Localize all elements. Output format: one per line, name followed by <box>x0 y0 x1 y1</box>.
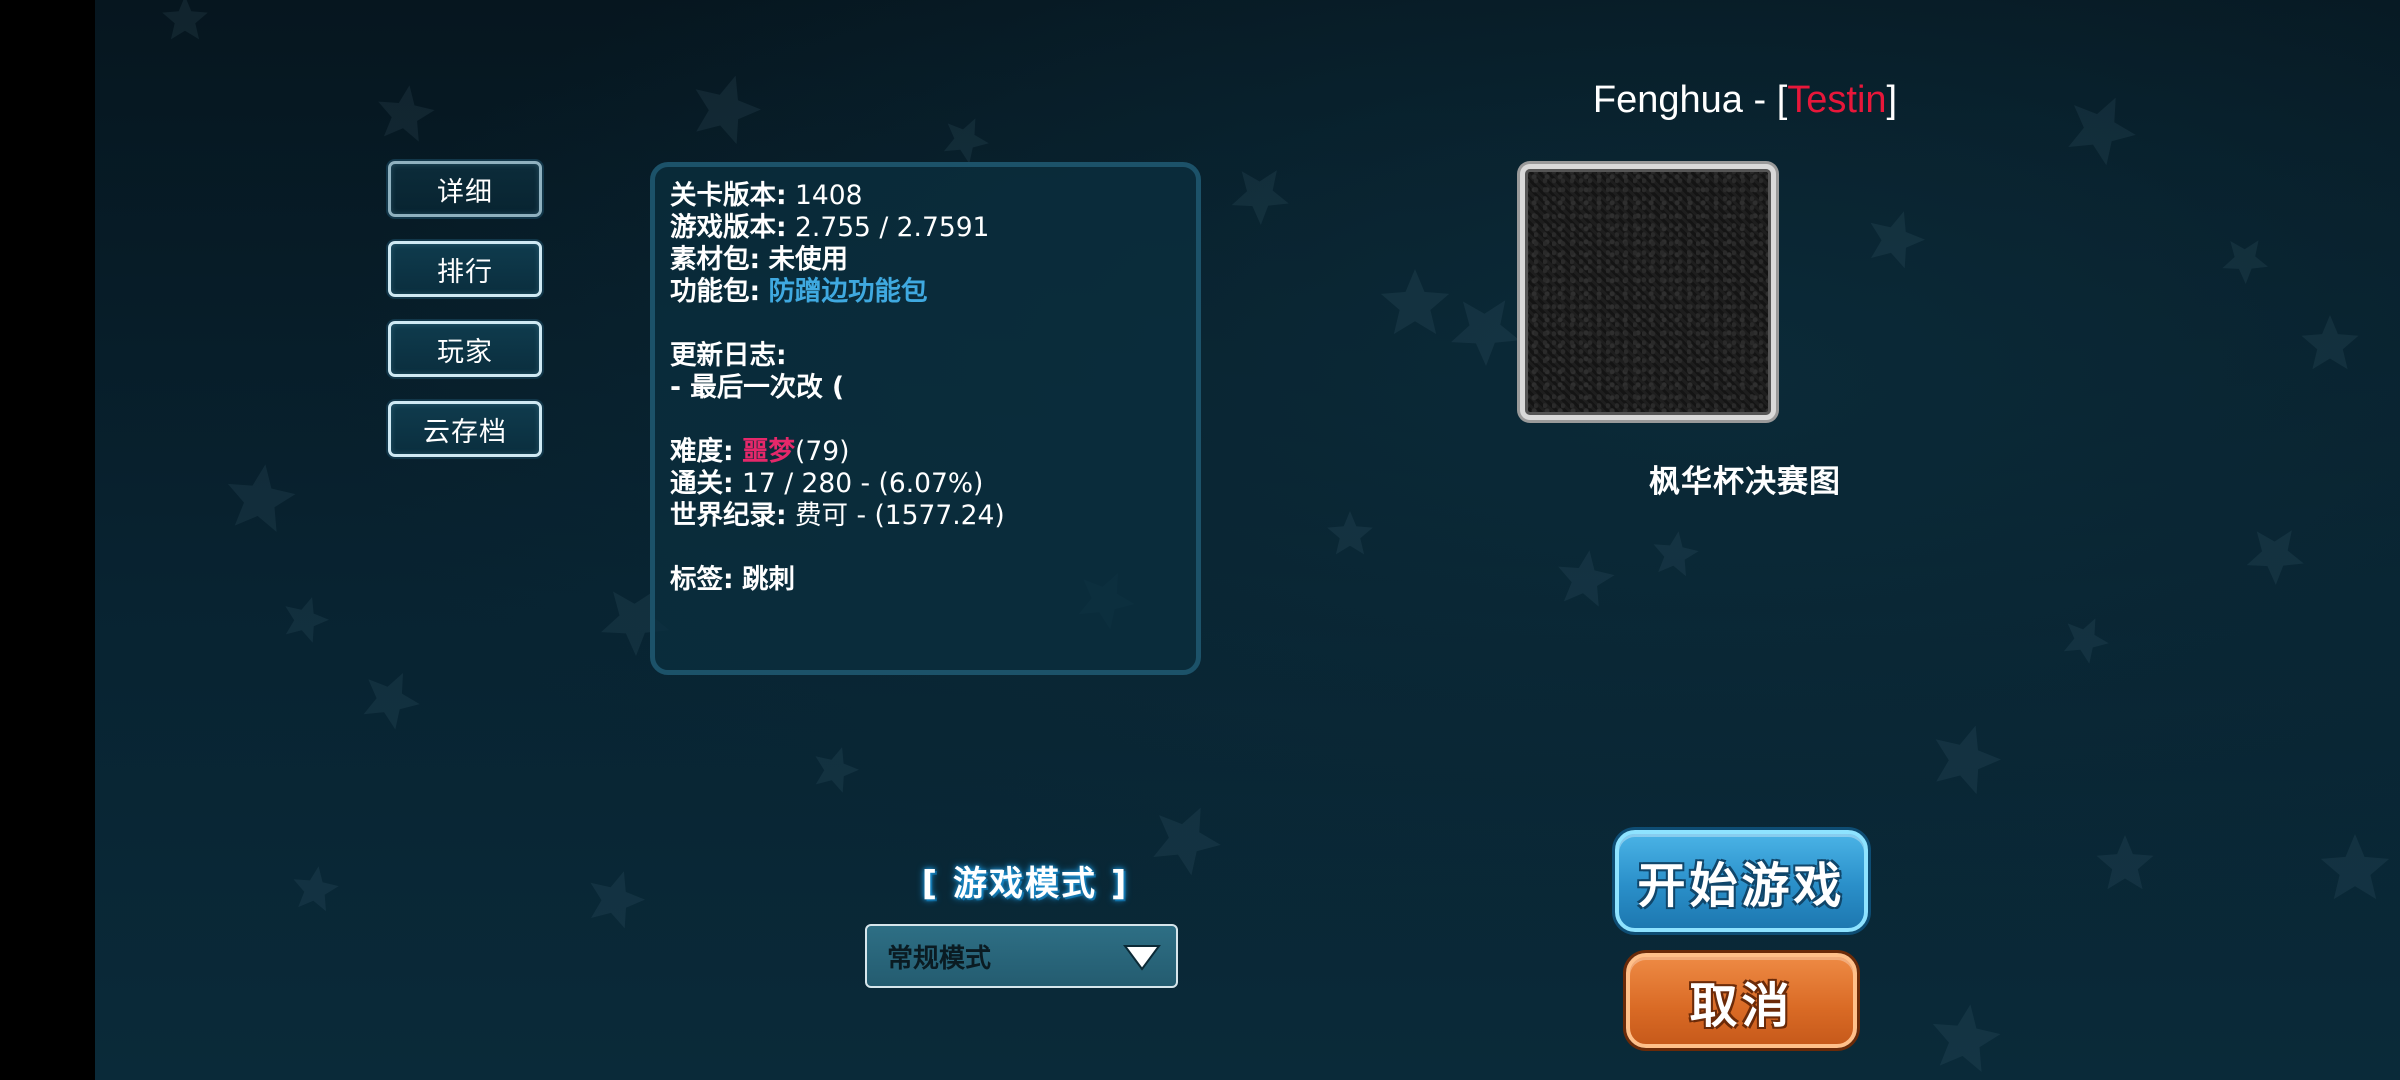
game-mode-dropdown[interactable]: 常规模式 <box>865 924 1178 988</box>
background-star <box>2222 240 2268 284</box>
level-title-suffix: ] <box>1886 79 1898 121</box>
background-star <box>1653 531 1699 577</box>
background-star <box>2301 315 2359 370</box>
level-thumbnail <box>1520 164 1776 420</box>
game-screen: 详细 排行 玩家 云存档 关卡版本: 1408 游戏版本: 2.755 / 2.… <box>95 0 2400 1080</box>
background-star <box>1327 511 1373 555</box>
background-star <box>378 85 435 142</box>
tab-cloud-save-button[interactable]: 云存档 <box>388 401 542 457</box>
background-star <box>1935 725 2001 795</box>
background-star <box>590 871 645 929</box>
world-record-value: 费可 - (1577.24) <box>795 500 1005 531</box>
tab-players-button[interactable]: 玩家 <box>388 321 542 377</box>
level-info-panel: 关卡版本: 1408 游戏版本: 2.755 / 2.7591 素材包: 未使用… <box>650 162 1201 675</box>
asset-pack-row: 素材包: 未使用 <box>670 244 1196 276</box>
game-version-label: 游戏版本: <box>670 212 787 243</box>
difficulty-label: 难度: <box>670 436 734 467</box>
difficulty-row: 难度: 噩梦(79) <box>670 436 1196 468</box>
background-star <box>1231 170 1289 225</box>
changelog-row: - 最后一次改 ( <box>670 372 1196 404</box>
background-star <box>2320 834 2390 900</box>
asset-pack-label: 素材包: <box>670 244 761 275</box>
background-star <box>1380 269 1450 335</box>
clears-value: 17 / 280 - (6.07%) <box>742 468 984 499</box>
level-author: Testin <box>1787 79 1887 121</box>
tags-label: 标签: <box>670 564 734 595</box>
changelog-header: 更新日志: <box>670 340 1196 372</box>
background-star <box>162 0 208 40</box>
background-star <box>2096 835 2154 890</box>
background-star <box>943 118 989 164</box>
level-version-value: 1408 <box>795 180 863 211</box>
world-record-row: 世界纪录: 费可 - (1577.24) <box>670 500 1196 532</box>
background-star <box>2068 97 2136 166</box>
difficulty-name: 噩梦 <box>742 436 796 467</box>
feature-pack-row: 功能包: 防蹭边功能包 <box>670 276 1196 308</box>
background-star <box>2246 530 2304 585</box>
triangle-down-icon <box>1123 945 1161 971</box>
background-star <box>227 464 296 532</box>
clears-label: 通关: <box>670 468 734 499</box>
background-star <box>815 747 859 793</box>
clears-row: 通关: 17 / 280 - (6.07%) <box>670 468 1196 500</box>
background-star <box>1558 550 1615 607</box>
game-mode-label: [ 游戏模式 ] <box>921 864 1129 904</box>
cancel-button[interactable]: 取消 <box>1626 953 1857 1048</box>
map-name: 枫华杯决赛图 <box>1649 464 1841 500</box>
game-version-value: 2.755 / 2.7591 <box>795 212 990 243</box>
game-mode-selected: 常规模式 <box>887 943 992 974</box>
level-title-prefix: Fenghua - [ <box>1592 79 1788 121</box>
background-star <box>2063 618 2109 664</box>
background-star <box>1451 300 1520 366</box>
world-record-label: 世界纪录: <box>670 500 787 531</box>
changelog-label: 更新日志: <box>670 340 787 371</box>
background-star <box>363 673 420 730</box>
background-star <box>293 866 339 912</box>
tags-value: 跳刺 <box>742 564 796 595</box>
background-star <box>695 75 761 145</box>
level-version-label: 关卡版本: <box>670 180 787 211</box>
start-game-button[interactable]: 开始游戏 <box>1615 830 1868 932</box>
tab-detail-button[interactable]: 详细 <box>388 161 542 217</box>
asset-pack-value: 未使用 <box>768 244 849 275</box>
game-version-row: 游戏版本: 2.755 / 2.7591 <box>670 212 1196 244</box>
tab-ranking-button[interactable]: 排行 <box>388 241 542 297</box>
background-star <box>285 597 329 643</box>
background-star <box>1870 211 1925 269</box>
tags-row: 标签: 跳刺 <box>670 564 1196 596</box>
feature-pack-label: 功能包: <box>670 276 761 307</box>
changelog-entry: - 最后一次改 ( <box>670 372 845 403</box>
level-title: Fenghua - [Testin] <box>1485 76 2005 124</box>
background-star <box>1932 1004 2001 1072</box>
level-version-row: 关卡版本: 1408 <box>670 180 1196 212</box>
difficulty-value: (79) <box>795 436 850 467</box>
feature-pack-link[interactable]: 防蹭边功能包 <box>769 276 928 307</box>
